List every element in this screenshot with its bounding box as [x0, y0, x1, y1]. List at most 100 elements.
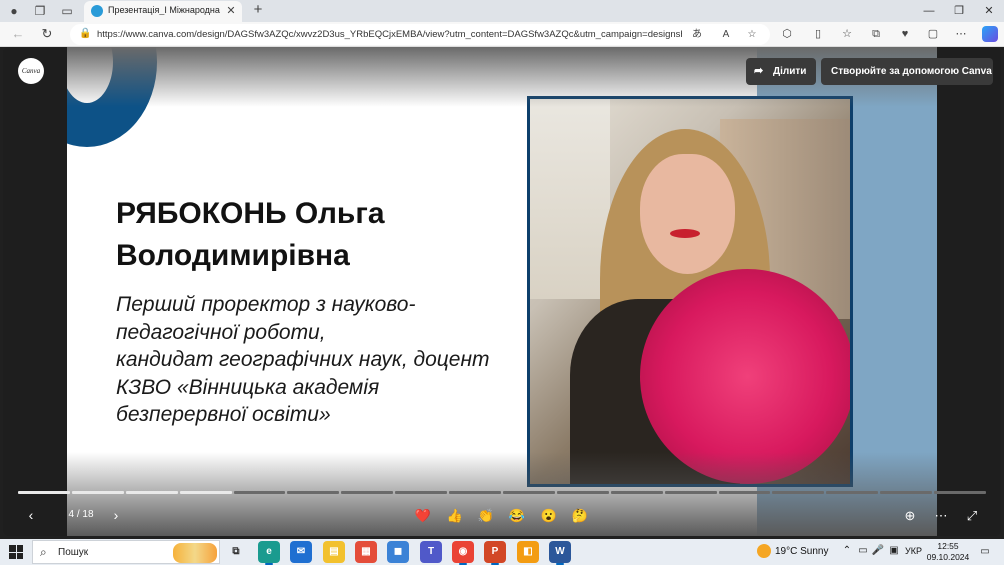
clock[interactable]: 12:55 09.10.2024 [926, 541, 970, 563]
input-language[interactable]: УКР [905, 546, 922, 556]
progress-segment[interactable] [610, 491, 663, 494]
progress-segment[interactable] [503, 491, 555, 494]
tab-bar: ● ❐ ▭ Презентація_І Міжнародна наук ✕ + … [0, 0, 1004, 22]
split-screen-icon[interactable]: ▯ [808, 25, 828, 44]
chrome-app-icon[interactable]: ◉ [452, 541, 474, 565]
file-explorer-icon[interactable]: ▤ [323, 541, 345, 563]
progress-segment[interactable] [125, 491, 178, 494]
word-app-icon[interactable]: W [549, 541, 571, 565]
zoom-in-icon[interactable]: ⊕ [900, 506, 920, 526]
new-tab-button[interactable]: + [250, 1, 266, 19]
share-label: Ділити [773, 66, 807, 77]
share-button[interactable]: ➦ Ділити [746, 58, 816, 85]
progress-segment[interactable] [395, 491, 448, 494]
create-label: Створюйте за допомогою Canva [831, 66, 992, 77]
search-highlight-art [173, 543, 217, 563]
progress-segment[interactable] [718, 491, 771, 494]
minimize-button[interactable]: — [914, 1, 944, 21]
microsoft-store-icon[interactable]: ◼ [387, 541, 409, 563]
slide-progress-bar[interactable] [18, 491, 986, 494]
clap-reaction-icon[interactable]: 👏 [475, 505, 497, 527]
next-slide-icon[interactable]: › [107, 506, 125, 524]
taskbar-search-input[interactable]: ⌕ Пошук [32, 540, 220, 564]
clock-time: 12:55 [937, 541, 959, 551]
favorites-icon[interactable]: ☆ [837, 25, 857, 44]
tab-actions-icon[interactable]: ▭ [58, 2, 76, 20]
restore-button[interactable]: ❐ [944, 1, 974, 21]
progress-segment[interactable] [18, 491, 70, 494]
role-line: безперервної освіти» [116, 403, 331, 426]
address-bar: ← ↻ 🔒 https://www.canva.com/design/DAGSf… [0, 22, 1004, 47]
photo-face [640, 154, 735, 274]
progress-segment[interactable] [179, 491, 232, 494]
weather-icon[interactable] [757, 544, 771, 558]
progress-segment[interactable] [449, 491, 501, 494]
progress-segment[interactable] [71, 491, 124, 494]
workspaces-icon[interactable]: ❐ [31, 2, 49, 20]
progress-segment[interactable] [556, 491, 609, 494]
task-view-icon[interactable]: ⧉ [225, 541, 247, 563]
person-role: Перший проректор з науково- педагогічної… [116, 291, 516, 429]
surprised-reaction-icon[interactable]: 😮 [538, 505, 560, 527]
windows-start-icon[interactable] [9, 545, 23, 559]
read-aloud-icon[interactable]: A [717, 26, 735, 43]
close-window-button[interactable]: ✕ [974, 1, 1004, 21]
photo-lips [670, 229, 700, 238]
search-placeholder: Пошук [58, 547, 89, 558]
page-counter: 4 / 18 [68, 509, 94, 520]
collections-icon[interactable]: ⧉ [866, 25, 886, 44]
notifications-icon[interactable]: ▭ [977, 544, 993, 559]
store-app-icon[interactable]: ▦ [355, 541, 377, 563]
laugh-reaction-icon[interactable]: 😂 [506, 505, 528, 527]
refresh-icon[interactable]: ↻ [38, 25, 56, 43]
progress-segment[interactable] [934, 491, 986, 494]
downloads-icon[interactable]: ▢ [923, 25, 943, 44]
favorite-star-icon[interactable]: ☆ [743, 26, 761, 43]
thinking-reaction-icon[interactable]: 🤔 [569, 505, 591, 527]
copilot-icon[interactable] [982, 26, 998, 42]
more-menu-icon[interactable]: ⋯ [951, 25, 971, 44]
show-hidden-icons-icon[interactable]: ⌃ [840, 544, 854, 558]
teams-app-icon[interactable]: T [420, 541, 442, 563]
thumbs-up-reaction-icon[interactable]: 👍 [444, 505, 466, 527]
url-field[interactable]: 🔒 https://www.canva.com/design/DAGSfw3AZ… [70, 24, 770, 45]
close-tab-icon[interactable]: ✕ [224, 3, 238, 19]
network-icon[interactable]: ▣ [887, 544, 901, 558]
heart-reaction-icon[interactable]: ❤️ [412, 505, 434, 527]
profile-icon[interactable]: ● [5, 2, 23, 20]
orange-app-icon[interactable]: ◧ [517, 541, 539, 563]
weather-text[interactable]: 19°C Sunny [775, 546, 828, 557]
taskbar: ⌕ Пошук ⧉ e ✉ ▤ ▦ ◼ T ◉ P ◧ W 19°C Sunny… [0, 539, 1004, 565]
mail-app-icon[interactable]: ✉ [290, 541, 312, 563]
powerpoint-app-icon[interactable]: P [484, 541, 506, 565]
name-line-2: Володимирівна [116, 239, 350, 272]
clock-date: 09.10.2024 [926, 552, 970, 562]
role-line: КЗВО «Вінницька академія [116, 375, 380, 399]
progress-segment[interactable] [772, 491, 825, 494]
previous-slide-icon[interactable]: ‹ [22, 506, 40, 524]
tab-presentation[interactable]: Презентація_І Міжнародна наук ✕ [84, 1, 242, 22]
bottom-overlay [67, 452, 937, 536]
photo-bookshelf [530, 99, 610, 299]
slide: РЯБОКОНЬ Ольга Володимирівна Перший прор… [67, 47, 937, 536]
edge-app-icon[interactable]: e [258, 541, 280, 565]
canva-logo[interactable]: Canva [18, 58, 44, 84]
more-options-icon[interactable]: ⋯ [931, 506, 951, 526]
progress-segment[interactable] [880, 491, 933, 494]
progress-segment[interactable] [341, 491, 394, 494]
translate-icon[interactable]: あ [688, 26, 706, 43]
extensions-icon[interactable]: ⬡ [777, 25, 797, 44]
back-icon[interactable]: ← [9, 25, 27, 43]
progress-segment[interactable] [826, 491, 879, 494]
fullscreen-icon[interactable]: ⤢ [962, 506, 982, 526]
share-icon: ➦ [754, 65, 764, 77]
tab-title: Презентація_І Міжнародна наук [108, 5, 222, 15]
progress-segment[interactable] [287, 491, 340, 494]
url-text[interactable]: https://www.canva.com/design/DAGSfw3AZQc… [97, 29, 682, 40]
create-with-canva-button[interactable]: Створюйте за допомогою Canva [821, 58, 993, 85]
progress-segment[interactable] [233, 491, 286, 494]
browser-essentials-icon[interactable]: ♥ [895, 25, 915, 44]
progress-segment[interactable] [664, 491, 717, 494]
microphone-icon[interactable]: 🎤 [871, 544, 885, 558]
tablet-icon[interactable]: ▭ [856, 544, 870, 558]
